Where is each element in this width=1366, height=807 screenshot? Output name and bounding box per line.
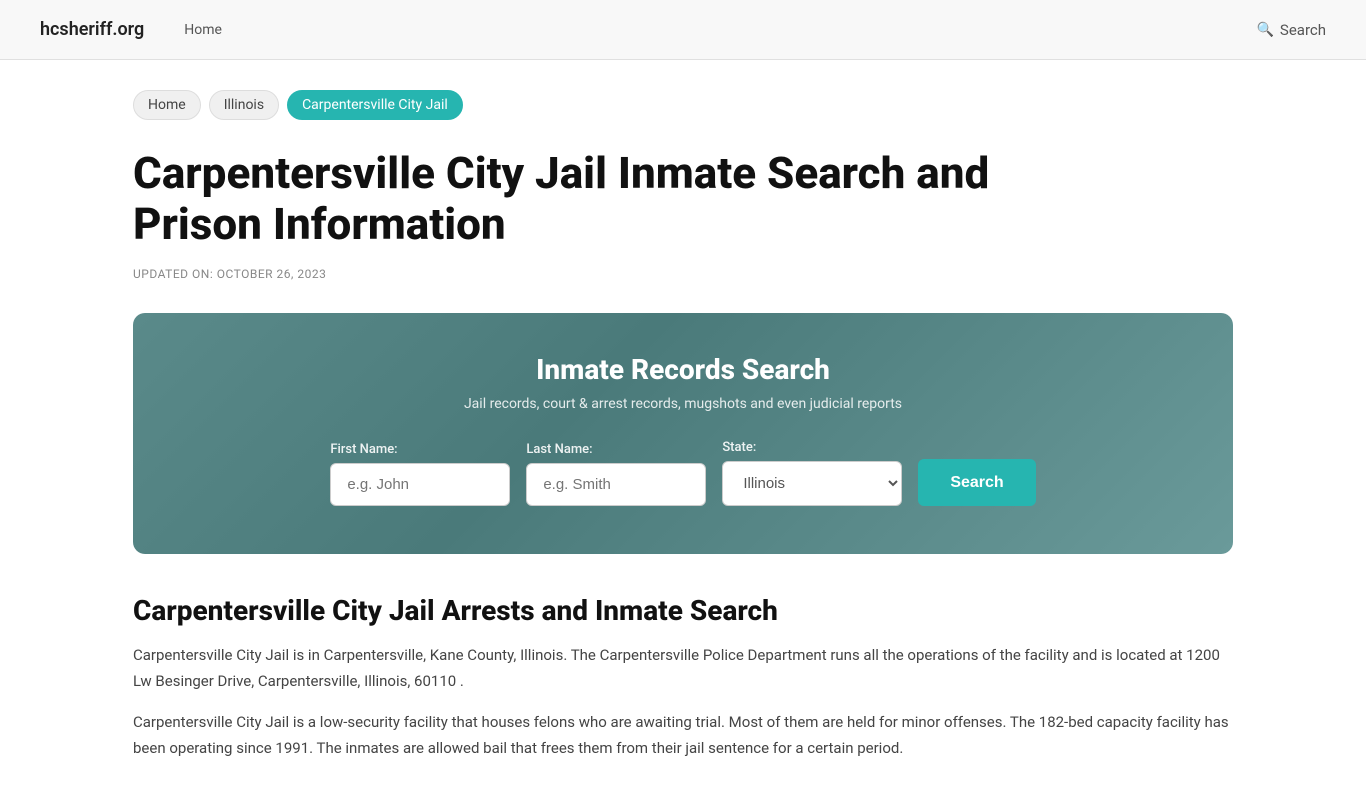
first-name-label: First Name: [330,442,397,457]
page-title: Carpentersville City Jail Inmate Search … [133,148,1033,249]
state-group: State: Illinois Alabama Alaska Arizona A… [722,440,902,506]
state-select[interactable]: Illinois Alabama Alaska Arizona Arkansas… [722,461,902,506]
site-title: hcsheriff.org [40,19,144,40]
arrests-paragraph-1: Carpentersville City Jail is in Carpente… [133,643,1233,694]
arrests-section: Carpentersville City Jail Arrests and In… [133,594,1233,761]
first-name-input[interactable] [330,463,510,506]
arrests-section-title: Carpentersville City Jail Arrests and In… [133,594,1233,627]
search-button[interactable]: Search [918,459,1035,506]
site-header: hcsheriff.org Home 🔍 Search [0,0,1366,60]
nav-home-link[interactable]: Home [184,22,222,38]
header-search-button[interactable]: 🔍 Search [1256,21,1326,39]
updated-date: UPDATED ON: OCTOBER 26, 2023 [133,267,1233,281]
first-name-group: First Name: [330,442,510,506]
main-content: Home Illinois Carpentersville City Jail … [93,60,1273,807]
widget-subtitle: Jail records, court & arrest records, mu… [193,396,1173,412]
last-name-label: Last Name: [526,442,592,457]
breadcrumb: Home Illinois Carpentersville City Jail [133,90,1233,120]
header-left: hcsheriff.org Home [40,19,222,40]
inmate-search-widget: Inmate Records Search Jail records, cour… [133,313,1233,554]
breadcrumb-current[interactable]: Carpentersville City Jail [287,90,463,120]
last-name-group: Last Name: [526,442,706,506]
last-name-input[interactable] [526,463,706,506]
search-icon: 🔍 [1256,22,1273,38]
breadcrumb-illinois[interactable]: Illinois [209,90,279,120]
arrests-paragraph-2: Carpentersville City Jail is a low-secur… [133,710,1233,761]
header-search-label: Search [1280,21,1326,39]
widget-title: Inmate Records Search [193,353,1173,386]
search-form: First Name: Last Name: State: Illinois A… [193,440,1173,506]
breadcrumb-home[interactable]: Home [133,90,201,120]
state-label: State: [722,440,756,455]
